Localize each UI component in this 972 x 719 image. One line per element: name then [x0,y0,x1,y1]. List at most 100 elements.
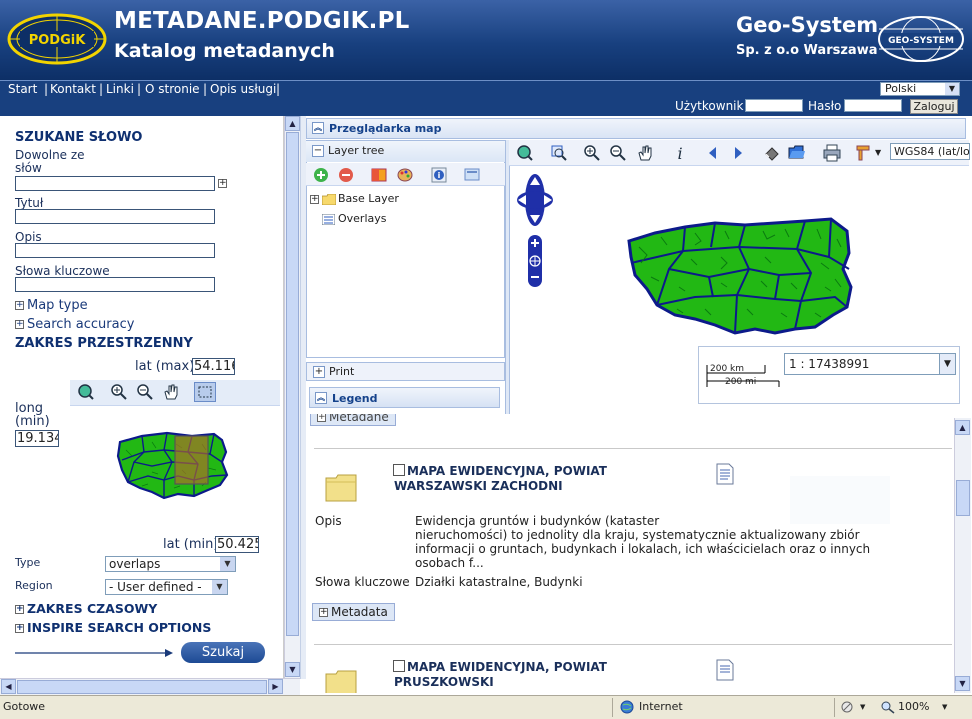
result-checkbox[interactable] [393,464,405,476]
zoom-in-icon[interactable] [583,144,601,162]
scroll-down-icon[interactable]: ▼ [285,662,300,677]
print-icon[interactable] [823,144,841,162]
mini-poland-map[interactable] [112,430,230,500]
time-extent-toggle[interactable]: + ZAKRES CZASOWY [15,601,157,616]
results-scrollbar[interactable]: ▲ ▼ [954,418,971,693]
metadata-button-partial[interactable]: + Metadane [310,414,396,426]
document-icon[interactable] [715,463,735,485]
map-viewer-header[interactable]: ︽ Przeglądarka map [306,118,966,139]
remove-layer-icon[interactable] [337,166,355,184]
scroll-left-icon[interactable]: ◀ [1,679,16,694]
long-min-input[interactable]: 19.134 [15,430,59,447]
search-panel: SZUKANE SŁOWO Dowolne ze słów + Tytuł Op… [0,116,284,679]
info-italic-icon[interactable]: i [671,144,689,162]
tree-node-overlays[interactable]: Overlays [321,212,387,225]
chevron-down-icon[interactable]: ▼ [860,703,865,711]
projection-select[interactable]: WGS84 (lat/lon) [890,143,970,160]
pan-zoom-control[interactable] [516,171,554,289]
collapse-minus-icon[interactable]: − [312,145,324,157]
collapse-up-icon[interactable]: ︽ [315,392,327,404]
description-input[interactable] [15,243,215,258]
result-checkbox[interactable] [393,660,405,672]
layer-tree-header[interactable]: − Layer tree [306,141,505,162]
region-value: - User defined - [109,580,202,594]
username-input[interactable] [745,99,803,112]
zoom-magnifier-icon[interactable] [880,700,896,714]
zoom-in-icon[interactable] [110,383,128,401]
chevron-down-icon[interactable]: ▼ [875,148,881,157]
expand-plus-icon[interactable]: + [310,194,319,204]
result-title-line2[interactable]: WARSZAWSKI ZACHODNI [394,479,563,494]
scroll-down-icon[interactable]: ▼ [955,676,970,691]
region-select[interactable]: - User defined - ▼ [105,579,228,595]
type-select[interactable]: overlaps ▼ [105,556,236,572]
result-keywords: Działki katastralne, Budynki [415,575,583,589]
protected-mode-icon[interactable] [840,700,856,714]
chevron-down-icon[interactable]: ▼ [942,703,947,711]
password-input[interactable] [844,99,902,112]
legend-panel-header[interactable]: ︽ Legend [309,387,500,408]
eraser-icon[interactable] [763,144,781,162]
result-thumbnail[interactable] [790,476,890,524]
info-icon[interactable]: i [430,166,448,184]
nav-start[interactable]: Start [8,82,37,96]
layer-style-icon[interactable] [370,166,388,184]
scroll-up-icon[interactable]: ▲ [955,420,970,435]
any-words-input[interactable] [15,176,215,191]
nav-kontakt[interactable]: Kontakt [50,82,96,96]
left-vertical-scrollbar[interactable]: ▲ ▼ [284,116,300,679]
scroll-thumb[interactable] [17,680,267,694]
search-button[interactable]: Szukaj [181,642,265,663]
geo-system-logo[interactable]: GEO-SYSTEM [876,14,966,64]
folder-icon [321,193,337,205]
lat-min-input[interactable]: 50.425 [215,536,259,553]
language-select[interactable]: Polski ▼ [880,82,960,96]
zoom-level[interactable]: 100% [898,700,929,713]
scroll-thumb[interactable] [956,480,970,516]
inspire-options-toggle[interactable]: + INSPIRE SEARCH OPTIONS [15,620,211,635]
globe-zoom-icon[interactable] [77,383,95,401]
pan-hand-icon[interactable] [636,144,654,162]
podgik-logo[interactable]: PODGiK [6,12,108,66]
next-extent-icon[interactable] [729,144,747,162]
metadata-button[interactable]: + Metadata [312,603,395,621]
nav-linki[interactable]: Linki [106,82,134,96]
result-title-line2[interactable]: PRUSZKOWSKI [394,675,494,690]
lat-max-input[interactable]: 54.116 [192,358,235,375]
tree-node-base-layer[interactable]: + Base Layer [310,192,399,205]
scroll-thumb[interactable] [286,132,299,636]
expand-plus-icon[interactable]: + [313,366,325,378]
print-panel-header[interactable]: + Print [306,362,505,381]
scroll-right-icon[interactable]: ▶ [268,679,283,694]
scroll-up-icon[interactable]: ▲ [285,116,300,131]
palette-icon[interactable] [396,166,414,184]
result-description-line: nieruchomości) to jednolity dla kraju, s… [415,528,860,542]
title-input[interactable] [15,209,215,224]
result-title-line1[interactable]: MAPA EWIDENCYJNA, POWIAT [407,660,607,675]
select-box-tool[interactable] [194,382,216,402]
left-horizontal-scrollbar[interactable]: ◀ ▶ [0,678,300,695]
nav-o-stronie[interactable]: O stronie [145,82,200,96]
nav-opis-uslugi[interactable]: Opis usługi [210,82,276,96]
zoom-box-icon[interactable] [550,144,568,162]
zoom-out-icon[interactable] [136,383,154,401]
login-button[interactable]: Zaloguj [910,99,958,114]
collapse-up-icon[interactable]: ︽ [312,122,324,134]
result-title-line1[interactable]: MAPA EWIDENCYJNA, POWIAT [407,464,607,479]
scale-select[interactable]: 1 : 17438991 ▼ [784,353,956,375]
open-folder-icon[interactable] [788,144,806,162]
globe-zoom-icon[interactable] [516,144,534,162]
previous-extent-icon[interactable] [704,144,722,162]
pan-hand-icon[interactable] [162,383,180,401]
search-accuracy-toggle[interactable]: + Search accuracy [15,317,134,332]
layer-properties-icon[interactable] [463,166,481,184]
keywords-input[interactable] [15,277,215,292]
measure-tool-icon[interactable] [855,144,873,162]
result-keywords-label: Słowa kluczowe [315,575,410,589]
zoom-out-icon[interactable] [609,144,627,162]
time-extent-label: ZAKRES CZASOWY [27,601,158,616]
map-type-toggle[interactable]: + Map type [15,298,88,313]
expand-plus-icon[interactable]: + [218,179,227,188]
add-layer-icon[interactable] [312,166,330,184]
document-icon[interactable] [715,659,735,681]
